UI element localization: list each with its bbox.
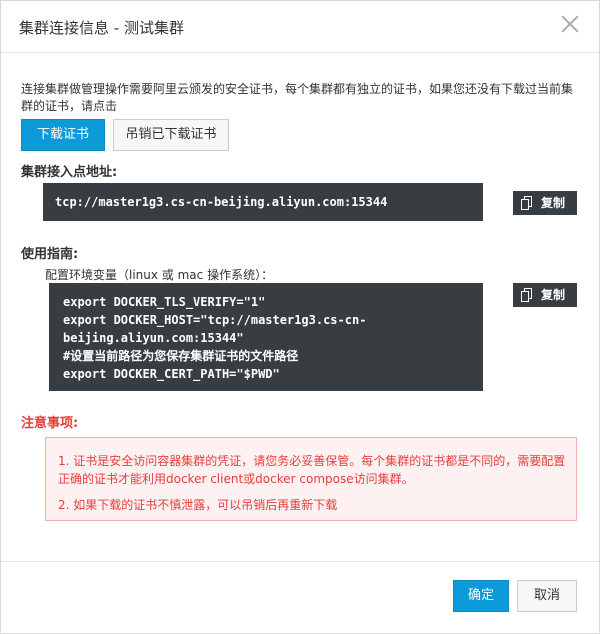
guide-subtitle: 配置环境变量（linux 或 mac 操作系统）： [45, 268, 274, 282]
cluster-connection-dialog: 集群连接信息 - 测试集群 连接集群做管理操作需要阿里云颁发的安全证书，每个集群… [0, 0, 600, 634]
dialog-title: 集群连接信息 - 测试集群 [19, 19, 184, 37]
footer-divider [1, 561, 599, 562]
copy-env-button[interactable]: 复制 [513, 283, 577, 307]
intro-text: 连接集群做管理操作需要阿里云颁发的安全证书，每个集群都有独立的证书，如果您还没有… [21, 82, 574, 113]
note-item: 1. 证书是安全访问容器集群的凭证，请您务必妥善保管。每个集群的证书都是不同的，… [58, 454, 566, 486]
copy-endpoint-button[interactable]: 复制 [513, 191, 577, 215]
revoke-cert-button[interactable]: 吊销已下载证书 [113, 119, 229, 151]
code-line: beijing.aliyun.com:15344" [63, 331, 244, 345]
copy-env-label: 复制 [541, 288, 566, 302]
notes-label: 注意事项: [21, 416, 79, 431]
guide-label: 使用指南: [21, 247, 79, 262]
code-line: export DOCKER_HOST="tcp://master1g3.cs-c… [63, 313, 367, 327]
ok-button[interactable]: 确定 [453, 580, 509, 612]
notes-warning-box: 1. 证书是安全访问容器集群的凭证，请您务必妥善保管。每个集群的证书都是不同的，… [45, 437, 577, 521]
env-config-code: export DOCKER_TLS_VERIFY="1" export DOCK… [49, 283, 483, 391]
endpoint-label: 集群接入点地址: [21, 165, 118, 180]
code-line: export DOCKER_TLS_VERIFY="1" [63, 295, 266, 309]
close-icon[interactable] [559, 13, 581, 35]
code-line: #设置当前路径为您保存集群证书的文件路径 [63, 349, 299, 363]
copy-icon [521, 288, 532, 302]
note-item: 2. 如果下载的证书不慎泄露，可以吊销后再重新下载 [58, 498, 338, 512]
download-cert-button[interactable]: 下载证书 [21, 119, 105, 151]
cancel-button[interactable]: 取消 [517, 580, 577, 612]
dialog-header: 集群连接信息 - 测试集群 [1, 1, 599, 53]
copy-endpoint-label: 复制 [541, 196, 566, 210]
copy-icon [521, 196, 532, 210]
code-line: export DOCKER_CERT_PATH="$PWD" [63, 367, 280, 381]
endpoint-value: tcp://master1g3.cs-cn-beijing.aliyun.com… [43, 183, 483, 221]
